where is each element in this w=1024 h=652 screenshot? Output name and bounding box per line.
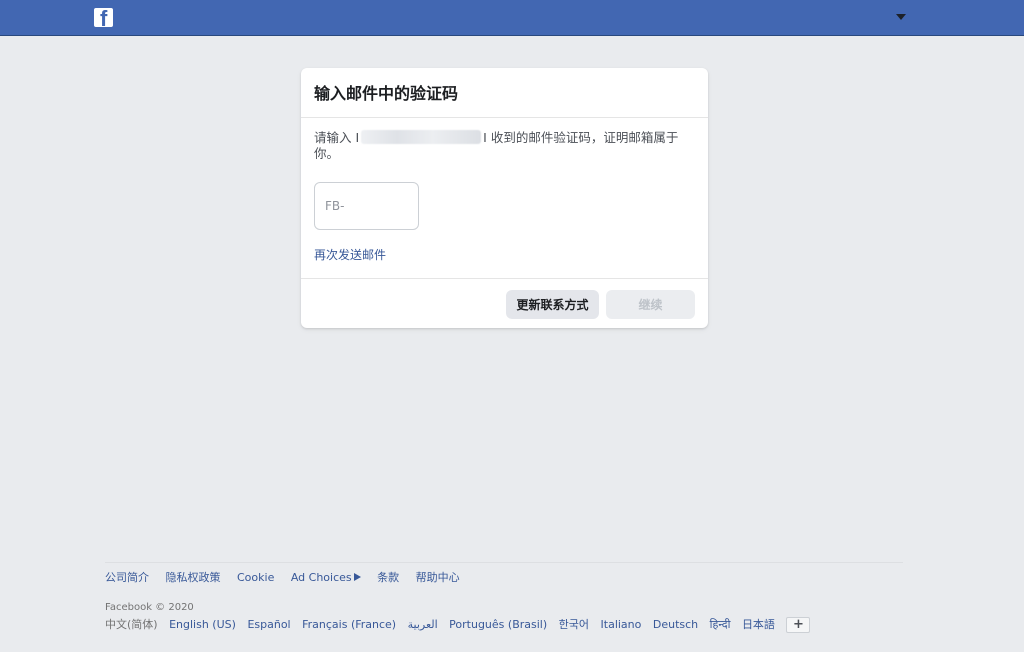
footer-link-ad-choices[interactable]: Ad Choices <box>291 571 361 584</box>
footer-link-about[interactable]: 公司简介 <box>105 571 149 584</box>
ad-choices-label: Ad Choices <box>290 571 352 584</box>
adchoices-icon <box>353 573 361 581</box>
language-link[interactable]: Italiano <box>601 618 642 631</box>
logo-letter: f <box>100 8 108 27</box>
language-link[interactable]: Français (France) <box>302 618 396 631</box>
more-languages-button[interactable]: + <box>786 617 811 633</box>
language-link[interactable]: English (US) <box>169 618 236 631</box>
current-language: 中文(简体) <box>105 618 158 631</box>
card-header: 输入邮件中的验证码 <box>301 68 708 118</box>
copyright-text: Facebook © 2020 <box>105 602 194 613</box>
caret-down-icon[interactable] <box>896 14 906 20</box>
resend-email-link[interactable]: 再次发送邮件 <box>314 246 386 263</box>
card-footer: 更新联系方式 继续 <box>301 278 708 328</box>
language-list: 中文(简体) English (US) Español Français (Fr… <box>105 617 903 633</box>
footer-link-privacy[interactable]: 隐私权政策 <box>166 571 221 584</box>
verification-code-input[interactable] <box>314 182 419 230</box>
redacted-email <box>361 130 482 144</box>
update-contact-button[interactable]: 更新联系方式 <box>506 290 599 319</box>
language-link[interactable]: Português (Brasil) <box>449 618 547 631</box>
footer-links: 公司简介 隐私权政策 Cookie Ad Choices 条款 帮助中心 <box>105 571 903 585</box>
language-link[interactable]: 日本語 <box>742 618 775 631</box>
language-link[interactable]: 한국어 <box>559 618 589 631</box>
instruction-prefix: 请输入 I <box>314 130 360 145</box>
footer-link-cookie[interactable]: Cookie <box>237 571 274 584</box>
page-title: 输入邮件中的验证码 <box>314 84 459 103</box>
footer-link-help[interactable]: 帮助中心 <box>416 571 460 584</box>
language-link[interactable]: العربية <box>408 618 438 631</box>
language-link[interactable]: Deutsch <box>653 618 698 631</box>
continue-button[interactable]: 继续 <box>606 290 695 319</box>
verification-card: 输入邮件中的验证码 请输入 II 收到的邮件验证码，证明邮箱属于你。 再次发送邮… <box>301 68 708 328</box>
facebook-logo-icon[interactable]: f <box>94 8 113 27</box>
page-footer: 公司简介 隐私权政策 Cookie Ad Choices 条款 帮助中心 Fac… <box>105 562 903 633</box>
top-bar: f <box>0 0 1024 36</box>
language-link[interactable]: Español <box>247 618 290 631</box>
card-body: 请输入 II 收到的邮件验证码，证明邮箱属于你。 再次发送邮件 <box>301 118 708 278</box>
footer-link-terms[interactable]: 条款 <box>377 571 399 584</box>
language-link[interactable]: हिन्दी <box>710 618 731 631</box>
instruction-text: 请输入 II 收到的邮件验证码，证明邮箱属于你。 <box>314 130 686 162</box>
